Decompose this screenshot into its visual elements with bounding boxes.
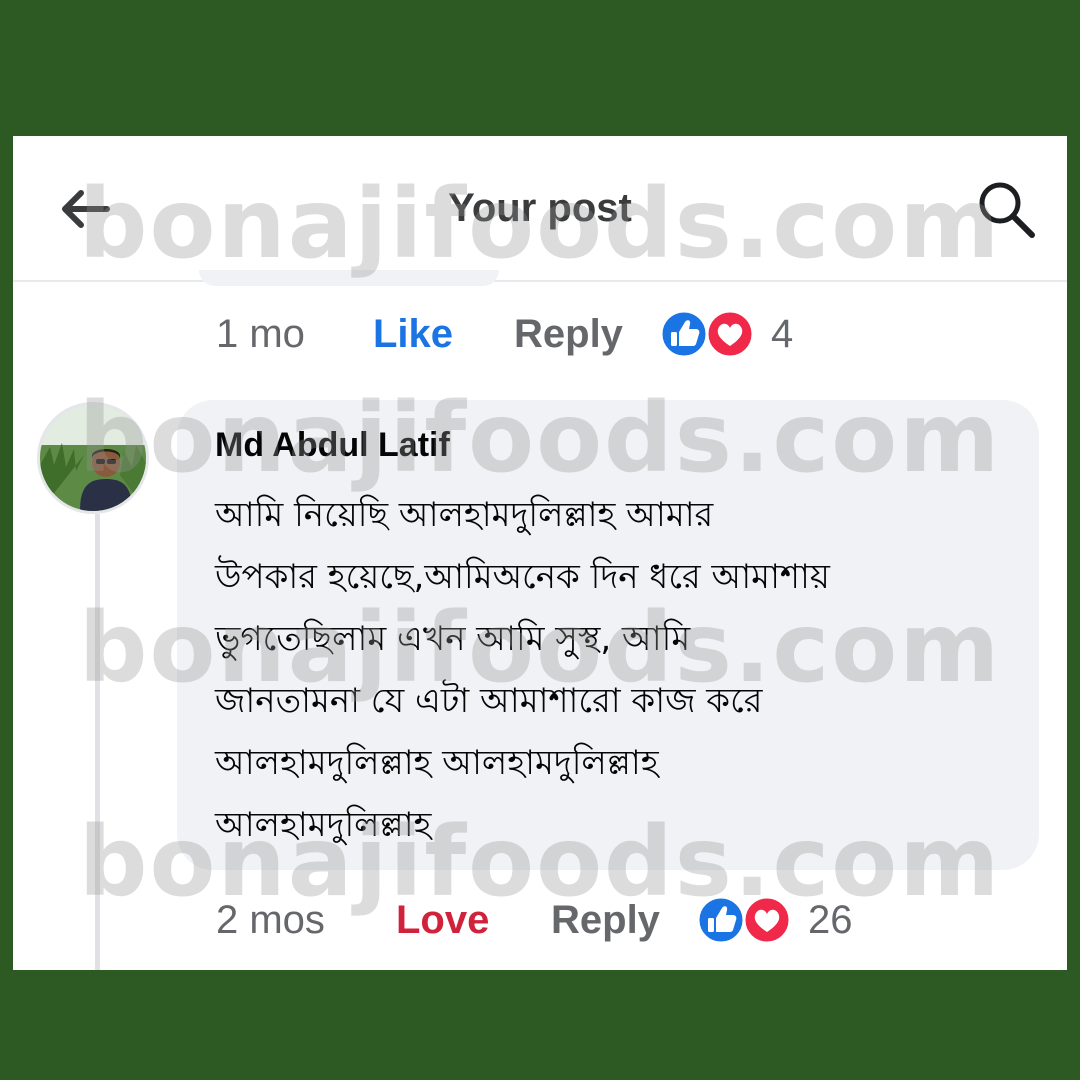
love-icon — [705, 309, 755, 359]
reaction-count: 4 — [771, 312, 794, 356]
previous-comment-bubble — [199, 270, 499, 286]
love-button[interactable]: Love — [396, 898, 489, 943]
love-icon — [742, 895, 792, 945]
like-button[interactable]: Like — [373, 312, 453, 357]
reply-button[interactable]: Reply — [514, 312, 623, 357]
page-title: Your post — [448, 186, 632, 230]
comment-text: আমি নিয়েছি আলহামদুলিল্লাহ আমার উপকার হয… — [215, 484, 1035, 856]
comment-timestamp: 1 mo — [216, 312, 305, 356]
post-card: Your post 1 mo Like Reply 4 Md Abdul Lat… — [13, 136, 1067, 970]
comment-line: জানতামনা যে এটা আমাশারো কাজ করে — [215, 681, 763, 721]
reactions-summary[interactable] — [658, 308, 758, 360]
comment-author[interactable]: Md Abdul Latif — [215, 426, 450, 465]
avatar-photo — [40, 405, 146, 511]
comment-line: আমি নিয়েছি আলহামদুলিল্লাহ আমার — [215, 495, 714, 535]
reactions-summary[interactable] — [695, 894, 795, 946]
search-icon[interactable] — [975, 178, 1037, 240]
reply-button[interactable]: Reply — [551, 898, 660, 943]
top-bar: Your post — [13, 136, 1067, 282]
comment-bubble: Md Abdul Latif আমি নিয়েছি আলহামদুলিল্লা… — [177, 400, 1039, 870]
comment-line: আলহামদুলিল্লাহ — [215, 805, 432, 845]
user-avatar[interactable] — [37, 402, 149, 514]
reaction-count: 26 — [808, 898, 853, 942]
comment-line: আলহামদুলিল্লাহ আলহামদুলিল্লাহ — [215, 743, 659, 783]
comment-line: উপকার হয়েছে,আমিঅনেক দিন ধরে আমাশায় — [215, 557, 830, 597]
comment-line: ভুগতেছিলাম এখন আমি সুস্থ, আমি — [215, 619, 691, 659]
like-icon — [696, 895, 746, 945]
comment-timestamp: 2 mos — [216, 898, 325, 942]
like-icon — [659, 309, 709, 359]
thread-line — [95, 514, 100, 970]
